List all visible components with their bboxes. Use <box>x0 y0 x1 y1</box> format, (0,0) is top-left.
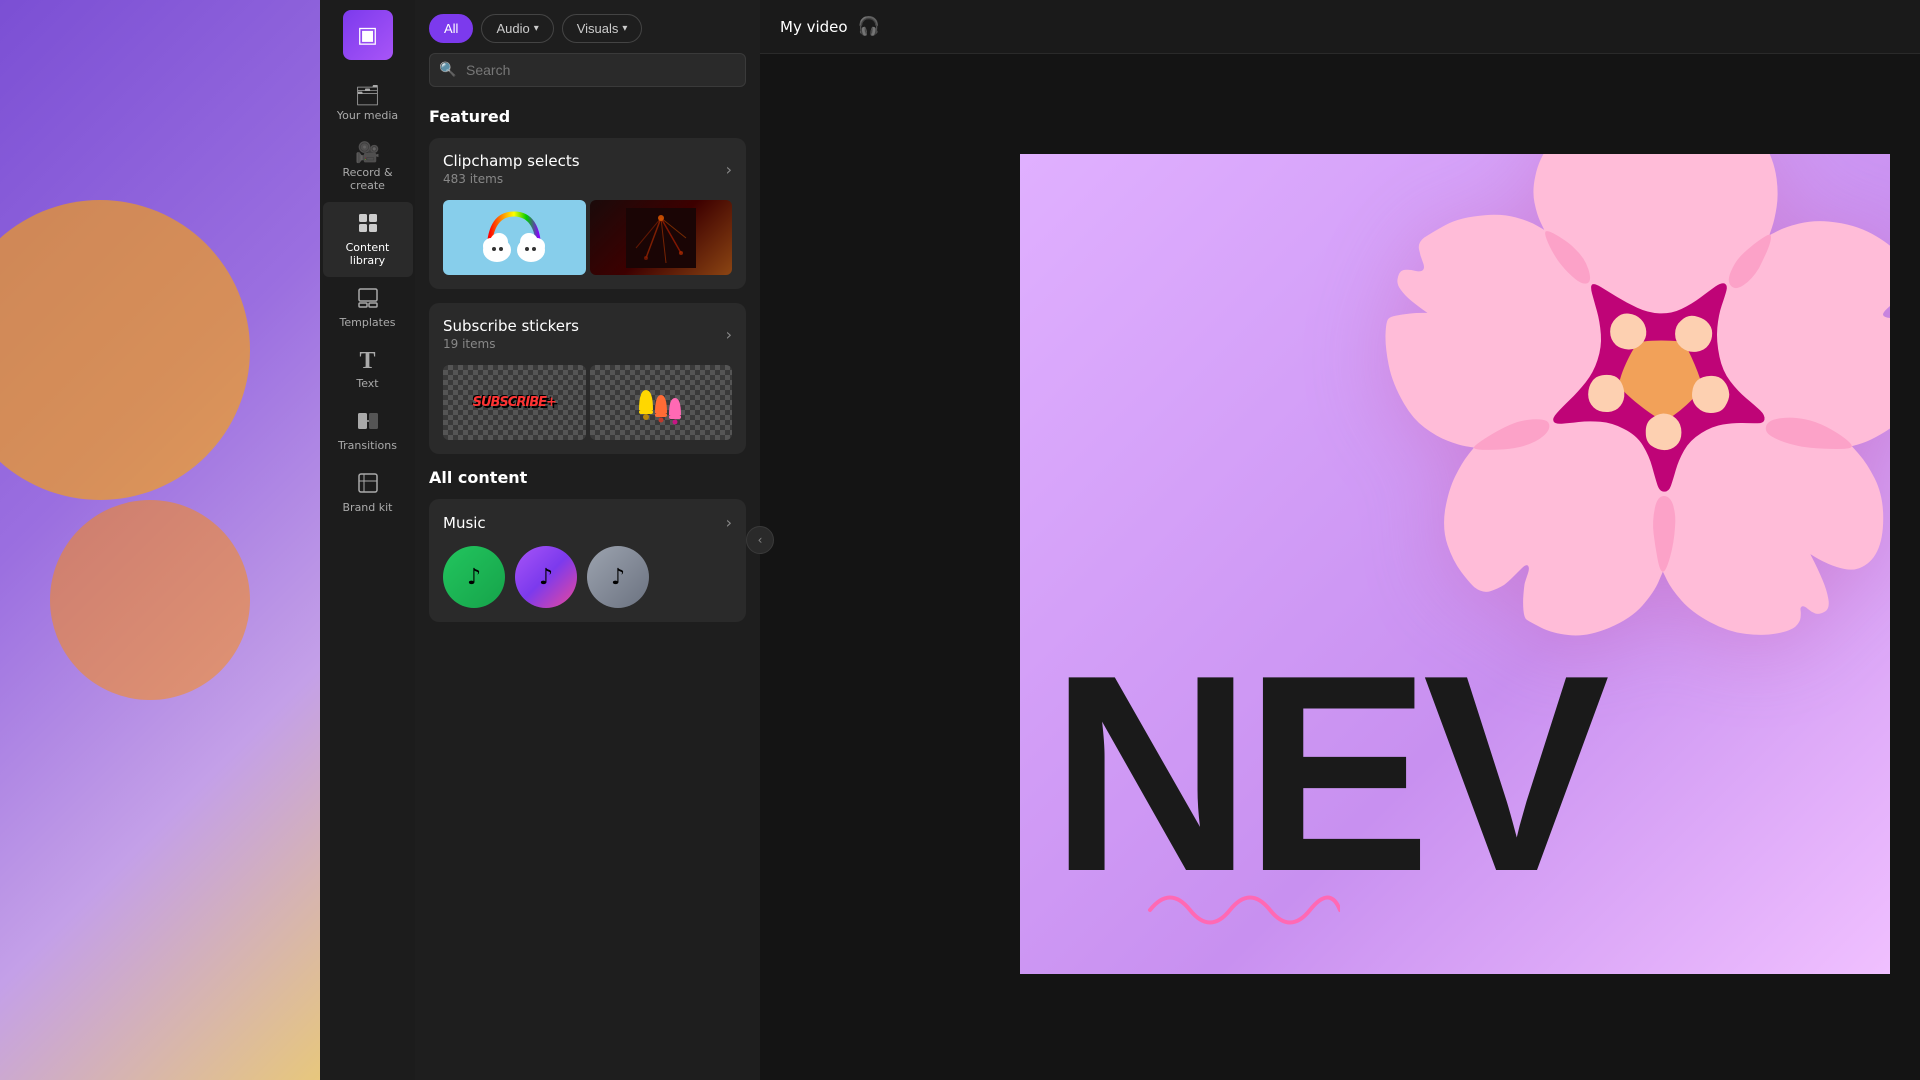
brand-kit-icon <box>357 472 379 497</box>
clipchamp-selects-thumbnails <box>429 192 746 289</box>
filter-audio-label: Audio <box>496 21 529 36</box>
sidebar-label-text: Text <box>356 377 378 390</box>
music-note-icon-gray: ♪ <box>611 565 625 590</box>
preview-text-new: NEV <box>1050 634 1602 914</box>
clipchamp-selects-count: 483 items <box>443 172 580 186</box>
filter-bar: All Audio ▾ Visuals ▾ <box>415 0 760 53</box>
music-chevron: › <box>726 513 732 532</box>
subscribe-stickers-card[interactable]: Subscribe stickers 19 items › SUBSCRIBE+ <box>429 303 746 454</box>
filter-visuals-label: Visuals <box>577 21 619 36</box>
sidebar-label-brand-kit: Brand kit <box>343 501 393 514</box>
thumbnail-rainbow-cloud <box>443 200 586 275</box>
text-icon: T <box>359 349 375 373</box>
background-decoration <box>0 0 330 1080</box>
subscribe-stickers-chevron: › <box>726 325 732 344</box>
content-panel: All Audio ▾ Visuals ▾ 🔍 Featured Clipcha… <box>415 0 760 1080</box>
sidebar-label-transitions: Transitions <box>338 439 397 452</box>
all-content-section: All content Music › ♪ ♪ <box>429 468 746 622</box>
subscribe-stickers-info: Subscribe stickers 19 items <box>443 317 579 351</box>
search-input[interactable] <box>429 53 746 87</box>
subscribe-stickers-header: Subscribe stickers 19 items › <box>429 303 746 357</box>
sidebar-item-record-create[interactable]: 🎥 Record & create <box>323 132 413 202</box>
music-title: Music <box>443 514 486 532</box>
thumbnail-subscribe-text: SUBSCRIBE+ <box>443 365 586 440</box>
featured-section: Featured Clipchamp selects 483 items › <box>429 107 746 454</box>
content-scroll-area[interactable]: Featured Clipchamp selects 483 items › <box>415 99 760 1080</box>
sidebar-item-templates[interactable]: Templates <box>323 277 413 339</box>
search-bar: 🔍 <box>429 53 746 87</box>
music-note-icon-purple: ♪ <box>539 565 553 590</box>
subscribe-stickers-count: 19 items <box>443 337 579 351</box>
music-info: Music <box>443 514 486 532</box>
search-icon: 🔍 <box>439 62 456 78</box>
squiggle-decoration <box>1140 880 1340 944</box>
thumbnail-dark-sparkle <box>590 200 733 275</box>
thumbnail-bells <box>590 365 733 440</box>
preview-header: My video 🎧 <box>760 0 1920 54</box>
visuals-dropdown-icon: ▾ <box>622 23 627 34</box>
filter-visuals-button[interactable]: Visuals ▾ <box>562 14 643 43</box>
music-circle-green[interactable]: ♪ <box>443 546 505 608</box>
flower-decoration: 🌸 <box>1347 154 1890 614</box>
preview-canvas: 🌸 NEV <box>1020 154 1890 974</box>
music-note-icon-green: ♪ <box>467 565 481 590</box>
sidebar-label-record-create: Record & create <box>342 166 392 192</box>
collapse-panel-button[interactable]: ‹ <box>746 526 774 554</box>
clipchamp-selects-title: Clipchamp selects <box>443 152 580 170</box>
app-logo: ▣ <box>343 10 393 60</box>
music-circles-row: ♪ ♪ ♪ <box>429 538 746 622</box>
clipchamp-selects-header: Clipchamp selects 483 items › <box>429 138 746 192</box>
transitions-icon <box>357 410 379 435</box>
templates-icon <box>357 287 379 312</box>
music-card[interactable]: Music › ♪ ♪ ♪ <box>429 499 746 622</box>
sidebar-item-content-library[interactable]: Content library <box>323 202 413 277</box>
sidebar-label-content-library: Content library <box>346 241 390 267</box>
all-content-title: All content <box>429 468 746 487</box>
featured-title: Featured <box>429 107 746 126</box>
content-library-icon <box>357 212 379 237</box>
sidebar-item-text[interactable]: T Text <box>323 339 413 400</box>
sidebar-nav: ▣ 🗂 Your media 🎥 Record & create Content… <box>320 0 415 1080</box>
preview-area: My video 🎧 🌸 NEV <box>760 0 1920 1080</box>
sidebar-label-your-media: Your media <box>337 109 398 122</box>
clipchamp-selects-card[interactable]: Clipchamp selects 483 items › <box>429 138 746 289</box>
subscribe-stickers-title: Subscribe stickers <box>443 317 579 335</box>
preview-title: My video <box>780 18 848 36</box>
subscribe-stickers-thumbnails: SUBSCRIBE+ <box>429 357 746 454</box>
video-camera-icon: 🎥 <box>355 142 380 162</box>
sidebar-item-transitions[interactable]: Transitions <box>323 400 413 462</box>
sidebar-item-your-media[interactable]: 🗂 Your media <box>323 75 413 132</box>
clipchamp-selects-info: Clipchamp selects 483 items <box>443 152 580 186</box>
sidebar-item-brand-kit[interactable]: Brand kit <box>323 462 413 524</box>
filter-all-button[interactable]: All <box>429 14 473 43</box>
audio-dropdown-icon: ▾ <box>534 23 539 34</box>
folder-icon: 🗂 <box>355 85 380 105</box>
filter-all-label: All <box>444 21 458 36</box>
clipchamp-selects-chevron: › <box>726 160 732 179</box>
music-circle-purple[interactable]: ♪ <box>515 546 577 608</box>
filter-audio-button[interactable]: Audio ▾ <box>481 14 553 43</box>
headphones-icon: 🎧 <box>858 16 880 37</box>
sidebar-label-templates: Templates <box>340 316 396 329</box>
music-circle-gray[interactable]: ♪ <box>587 546 649 608</box>
music-header: Music › <box>429 499 746 538</box>
